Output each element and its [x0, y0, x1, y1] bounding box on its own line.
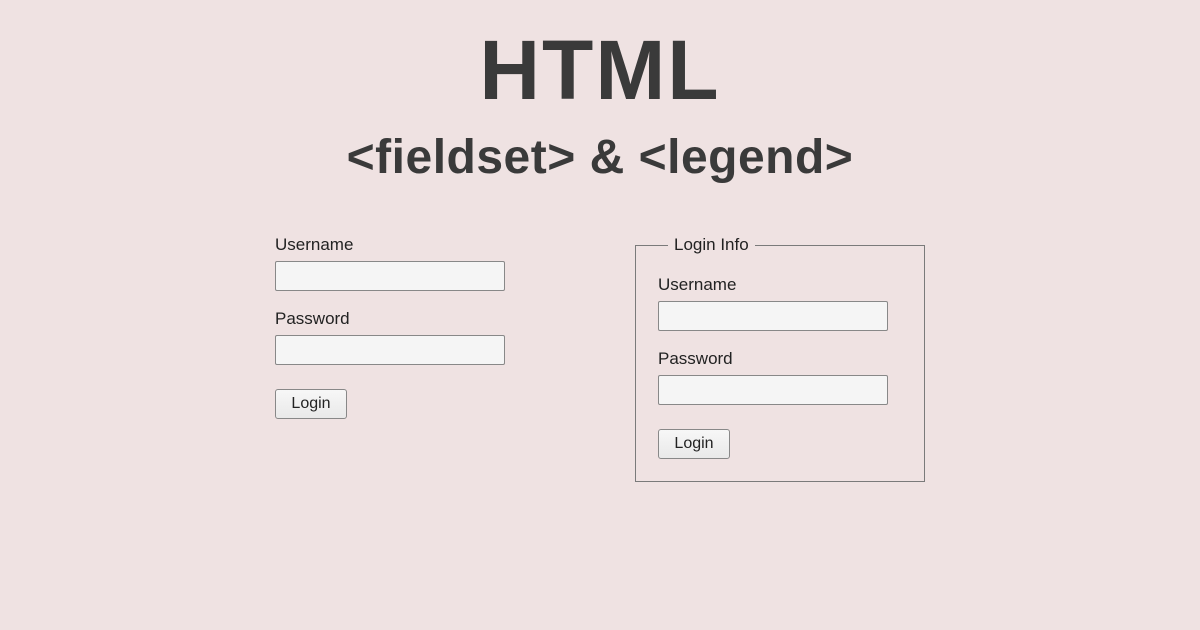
login-button[interactable]: Login	[658, 429, 730, 459]
login-button[interactable]: Login	[275, 389, 347, 419]
username-label: Username	[275, 235, 515, 255]
page-container: HTML <fieldset> & <legend> Username Pass…	[0, 0, 1200, 630]
password-input[interactable]	[658, 375, 888, 405]
fieldset-login-form: Login Info Username Password Login	[635, 235, 925, 482]
username-field-group: Username	[275, 235, 515, 291]
username-input[interactable]	[275, 261, 505, 291]
password-field-group: Password	[275, 309, 515, 365]
page-title: HTML	[479, 28, 720, 112]
password-label: Password	[658, 349, 902, 369]
password-input[interactable]	[275, 335, 505, 365]
username-label: Username	[658, 275, 902, 295]
password-field-group: Password	[658, 349, 902, 405]
password-label: Password	[275, 309, 515, 329]
plain-login-form: Username Password Login	[275, 235, 515, 419]
username-input[interactable]	[658, 301, 888, 331]
username-field-group: Username	[658, 275, 902, 331]
fieldset-legend: Login Info	[668, 235, 755, 255]
forms-row: Username Password Login Login Info Usern…	[275, 235, 925, 482]
page-subtitle: <fieldset> & <legend>	[347, 130, 854, 185]
